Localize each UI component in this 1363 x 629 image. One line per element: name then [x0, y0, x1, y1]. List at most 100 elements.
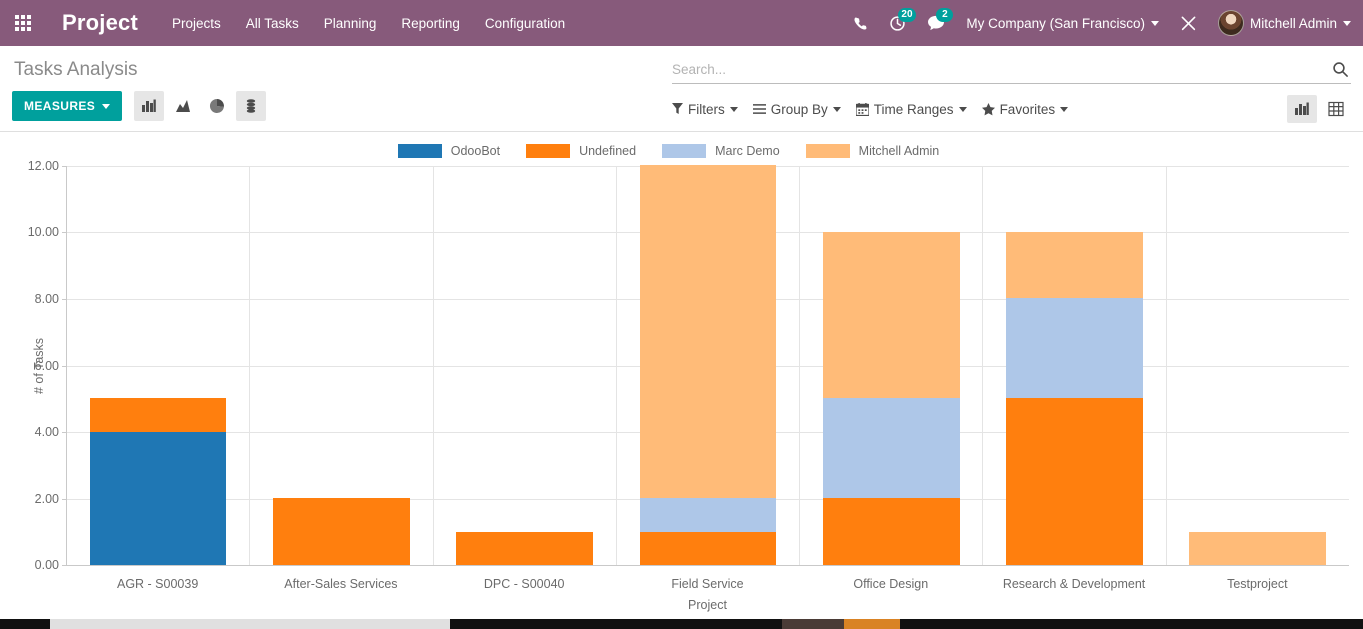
- pie-chart-icon[interactable]: [202, 91, 232, 121]
- bar-group: [250, 166, 434, 565]
- group-by-label: Group By: [770, 101, 828, 117]
- filters-dropdown[interactable]: Filters: [672, 102, 738, 117]
- bar-stack[interactable]: [89, 398, 227, 565]
- bar-segment[interactable]: [89, 431, 227, 565]
- legend-item[interactable]: Marc Demo: [662, 144, 780, 158]
- bar-segment[interactable]: [822, 231, 960, 399]
- bar-chart-icon[interactable]: [134, 91, 165, 121]
- bar-stack[interactable]: [1189, 531, 1327, 565]
- bar-segment[interactable]: [639, 498, 777, 532]
- legend-swatch: [805, 144, 850, 158]
- navbar-right-tools: 20 2 My Company (San Francisco) Mitchell…: [853, 7, 1351, 36]
- apps-grid-icon[interactable]: [0, 0, 46, 46]
- x-tick-label: Office Design: [853, 577, 929, 591]
- favorites-label: Favorites: [999, 101, 1056, 117]
- app-brand-title[interactable]: Project: [62, 10, 138, 36]
- bar-segment[interactable]: [822, 498, 960, 565]
- phone-icon[interactable]: [853, 16, 868, 31]
- bar-segment[interactable]: [1006, 298, 1143, 399]
- bar-segment[interactable]: [1006, 398, 1143, 565]
- bar-group: [434, 166, 617, 565]
- clock-activity-icon[interactable]: 20: [889, 7, 916, 32]
- legend-item[interactable]: Undefined: [526, 144, 636, 158]
- filters-row: Filters Group By Time Ranges Favorites: [672, 95, 1351, 123]
- chevron-down-icon: [832, 106, 841, 112]
- x-tick-label: DPC - S00040: [483, 577, 565, 591]
- pivot-view-icon[interactable]: [1321, 95, 1351, 123]
- bar-stack[interactable]: [273, 498, 410, 565]
- stacked-database-icon[interactable]: [236, 91, 267, 121]
- user-menu[interactable]: Mitchell Admin: [1217, 10, 1351, 36]
- funnel-icon: [672, 103, 683, 115]
- menu-item-configuration[interactable]: Configuration: [485, 12, 565, 35]
- x-axis-title: Project: [688, 598, 727, 612]
- bar-group: [617, 165, 801, 565]
- x-tick-label: AGR - S00039: [116, 577, 199, 591]
- x-tick-label: Field Service: [671, 577, 744, 591]
- bar-segment[interactable]: [639, 165, 777, 499]
- bars-icon: [752, 104, 766, 114]
- page-title: Tasks Analysis: [14, 59, 138, 80]
- bottom-scroll-strip: [0, 619, 1363, 629]
- bar-stack[interactable]: [639, 165, 777, 565]
- bar-segment[interactable]: [273, 498, 410, 565]
- bar-stack[interactable]: [456, 531, 594, 565]
- group-by-dropdown[interactable]: Group By: [752, 101, 841, 117]
- menu-item-projects[interactable]: Projects: [172, 12, 221, 35]
- tools-debug-icon[interactable]: [1180, 15, 1197, 32]
- legend-label: Marc Demo: [715, 144, 780, 158]
- bar-segment[interactable]: [456, 531, 594, 565]
- bar-group: [67, 166, 251, 565]
- bar-stack[interactable]: [822, 231, 960, 565]
- legend-item[interactable]: Mitchell Admin: [805, 144, 940, 158]
- time-ranges-dropdown[interactable]: Time Ranges: [855, 101, 967, 117]
- legend-swatch: [662, 144, 707, 158]
- chart-plot-area: # of Tasks 0.00 2.00 4.00 6.00 8.00 10.00 12.0…: [28, 159, 1349, 572]
- main-menu: Projects All Tasks Planning Reporting Co…: [172, 12, 565, 35]
- legend-label: Undefined: [579, 144, 637, 158]
- search-bar[interactable]: [672, 60, 1351, 84]
- activity-count-badge: 20: [898, 7, 916, 22]
- bar-segment[interactable]: [639, 531, 777, 565]
- bar-group: [1167, 166, 1349, 565]
- strip-marker-dark: [782, 619, 844, 629]
- star-icon: [981, 102, 995, 115]
- company-selector[interactable]: My Company (San Francisco): [966, 16, 1159, 31]
- chart-bars: [67, 165, 1349, 565]
- menu-item-all-tasks[interactable]: All Tasks: [246, 12, 299, 35]
- line-chart-icon[interactable]: [168, 91, 198, 121]
- bar-segment[interactable]: [1006, 231, 1143, 299]
- y-tick-mark: [62, 565, 67, 566]
- y-tick-label: 4.00: [34, 424, 59, 439]
- menu-item-planning[interactable]: Planning: [324, 12, 377, 35]
- scroll-thumb[interactable]: [50, 619, 450, 629]
- bar-stack[interactable]: [1006, 231, 1143, 565]
- favorites-dropdown[interactable]: Favorites: [981, 101, 1069, 117]
- legend-swatch: [397, 144, 442, 158]
- y-tick-label: 10.00: [27, 225, 59, 240]
- legend-label: Mitchell Admin: [858, 144, 940, 158]
- search-icon[interactable]: [1330, 61, 1351, 78]
- bar-segment[interactable]: [89, 398, 227, 432]
- bar-group: [800, 166, 984, 565]
- bar-segment[interactable]: [822, 398, 960, 499]
- chevron-down-icon: [102, 103, 111, 109]
- x-tick-label: Testproject: [1227, 577, 1288, 591]
- menu-item-reporting[interactable]: Reporting: [401, 12, 460, 35]
- chevron-down-icon: [1343, 20, 1351, 26]
- search-input[interactable]: [672, 60, 1330, 79]
- time-ranges-label: Time Ranges: [873, 101, 954, 117]
- strip-marker-orange: [844, 619, 900, 629]
- calendar-icon: [855, 102, 869, 116]
- measures-button[interactable]: MEASURES: [12, 91, 123, 121]
- chart-type-buttons: [134, 91, 267, 121]
- legend-label: OdooBot: [450, 144, 501, 158]
- graph-view-icon[interactable]: [1287, 95, 1317, 123]
- chat-bubble-icon[interactable]: 2: [927, 8, 954, 31]
- bar-segment[interactable]: [1189, 531, 1327, 565]
- legend-item[interactable]: OdooBot: [397, 144, 501, 158]
- x-tick-label: Research & Development: [1002, 577, 1146, 591]
- company-name-label: My Company (San Francisco): [966, 15, 1145, 31]
- view-toggle-group: [1287, 95, 1351, 123]
- control-panel: Tasks Analysis MEASURES Search... Filter…: [0, 46, 1363, 132]
